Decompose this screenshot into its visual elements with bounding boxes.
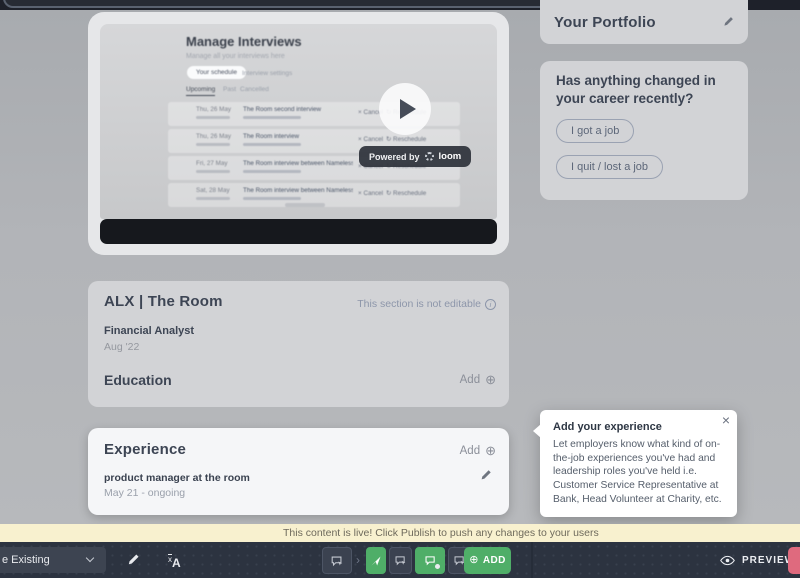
row-date: Thu, 26 May <box>196 106 231 113</box>
loom-name-label: loom <box>439 151 462 162</box>
preview-button[interactable]: PREVIEW <box>720 547 795 574</box>
cursor-tool-button[interactable] <box>366 547 386 574</box>
row-time-bar <box>196 170 230 173</box>
alx-room-section: ALX | The Room This section is not edita… <box>88 281 509 407</box>
cursor-arrow-icon <box>370 555 382 567</box>
comment-settings-tool-button[interactable] <box>415 547 445 574</box>
row-title: The Room second interview <box>243 106 353 113</box>
row-reschedule-button: ↻ Reschedule <box>386 190 426 197</box>
publish-button-partial[interactable] <box>788 547 800 574</box>
existing-dropdown-value: e Existing <box>2 554 50 566</box>
row-cancel-button: × Cancel <box>358 190 383 197</box>
alx-job-date: Aug '22 <box>104 341 139 353</box>
alx-section-title: ALX | The Room <box>104 293 223 310</box>
row-date: Sat, 28 May <box>196 187 230 194</box>
row-time-bar <box>196 197 230 200</box>
video-subtab-upcoming: Upcoming <box>186 86 215 96</box>
address-bar-outline <box>3 0 565 8</box>
tooltip-body: Let employers know what kind of on-the-j… <box>553 438 723 506</box>
tooltip-close-icon[interactable]: × <box>722 412 730 429</box>
not-editable-note: This section is not editable i <box>357 298 496 310</box>
row-cancel-button: × Cancel <box>358 136 383 143</box>
experience-section: Experience Add ⊕ product manager at the … <box>88 428 509 515</box>
tooltip-arrow <box>533 424 541 438</box>
experience-item-title: product manager at the room <box>104 472 250 484</box>
cancel-x-icon: × <box>358 136 362 143</box>
comment-cursor-icon <box>394 554 407 567</box>
editor-toolbar: e Existing xA › <box>0 542 800 578</box>
row-email-bar <box>243 170 301 173</box>
toolbar-divider <box>531 542 533 578</box>
row-email-bar <box>243 197 301 200</box>
edit-pencil-icon[interactable] <box>479 468 493 487</box>
video-app-title: Manage Interviews <box>186 34 302 49</box>
screen: Manage Interviews Manage all your interv… <box>0 0 800 578</box>
group-chevron-icon: › <box>356 553 360 567</box>
edit-pencil-icon[interactable] <box>722 15 735 33</box>
page-canvas: Manage Interviews Manage all your interv… <box>0 10 800 524</box>
video-frame[interactable]: Manage Interviews Manage all your interv… <box>100 24 497 219</box>
video-tab-interview-settings: Interview settings <box>242 70 292 77</box>
play-icon <box>400 99 416 119</box>
info-icon[interactable]: i <box>485 299 496 310</box>
loom-badge[interactable]: Powered by loom <box>359 146 471 167</box>
experience-section-title: Experience <box>104 441 186 458</box>
row-email-bar <box>243 116 301 119</box>
education-add-button[interactable]: Add ⊕ <box>460 373 496 386</box>
add-button[interactable]: ⊕ ADD <box>464 547 511 574</box>
row-title: The Room interview between Nameless and … <box>243 160 353 167</box>
comment-cursor-icon <box>330 554 344 568</box>
portfolio-title: Your Portfolio <box>554 14 656 31</box>
translate-icon[interactable]: xA <box>168 554 181 572</box>
portfolio-card: Your Portfolio <box>540 0 748 44</box>
row-date: Fri, 27 May <box>196 160 228 167</box>
reschedule-icon: ↻ <box>386 136 391 143</box>
video-content: Manage Interviews Manage all your interv… <box>100 24 497 219</box>
video-subtab-past: Past <box>223 86 236 93</box>
tooltip-title: Add your experience <box>553 421 723 433</box>
settings-badge-icon <box>434 563 441 570</box>
chevron-down-icon <box>86 554 94 562</box>
row-title: The Room interview between Nameless and … <box>243 187 353 194</box>
live-content-banner-text: This content is live! Click Publish to p… <box>283 524 599 542</box>
quit-lost-job-button[interactable]: I quit / lost a job <box>556 155 663 179</box>
career-question: Has anything changed in your career rece… <box>556 72 734 108</box>
video-subtab-cancelled: Cancelled <box>240 86 269 93</box>
add-circle-icon: ⊕ <box>485 373 496 386</box>
alx-job-title: Financial Analyst <box>104 325 194 337</box>
video-more-bar <box>285 203 325 207</box>
row-reschedule-button: ↻ Reschedule <box>386 136 426 143</box>
row-time-bar <box>196 116 230 119</box>
comment-tool-button[interactable] <box>389 547 412 574</box>
experience-item-date: May 21 - ongoing <box>104 487 185 499</box>
experience-tour-tooltip: × Add your experience Let employers know… <box>540 410 737 517</box>
existing-dropdown[interactable]: e Existing <box>0 547 106 573</box>
onboarding-video-card: Manage Interviews Manage all your interv… <box>88 12 509 255</box>
education-section-title: Education <box>104 372 172 388</box>
row-email-bar <box>243 143 301 146</box>
comment-widget-button[interactable] <box>322 547 352 574</box>
edit-pencil-icon[interactable] <box>126 552 141 572</box>
video-app-subtitle: Manage all your interviews here <box>186 53 285 60</box>
cancel-x-icon: × <box>358 109 362 116</box>
play-button[interactable] <box>379 83 431 135</box>
loom-logo-icon <box>425 152 434 161</box>
video-tab-your-schedule: Your schedule <box>187 66 246 79</box>
add-circle-icon: ⊕ <box>485 444 496 457</box>
experience-add-button[interactable]: Add ⊕ <box>460 444 496 457</box>
eye-icon <box>720 555 735 566</box>
video-controls-bar[interactable] <box>100 219 497 244</box>
reschedule-icon: ↻ <box>386 190 391 197</box>
row-date: Thu, 26 May <box>196 133 231 140</box>
got-a-job-button[interactable]: I got a job <box>556 119 634 143</box>
loom-powered-label: Powered by <box>369 152 420 162</box>
career-change-card: Has anything changed in your career rece… <box>540 61 748 200</box>
add-circle-icon: ⊕ <box>469 555 479 566</box>
row-time-bar <box>196 143 230 146</box>
live-content-banner: This content is live! Click Publish to p… <box>0 524 800 542</box>
cancel-x-icon: × <box>358 190 362 197</box>
row-title: The Room interview <box>243 133 353 140</box>
